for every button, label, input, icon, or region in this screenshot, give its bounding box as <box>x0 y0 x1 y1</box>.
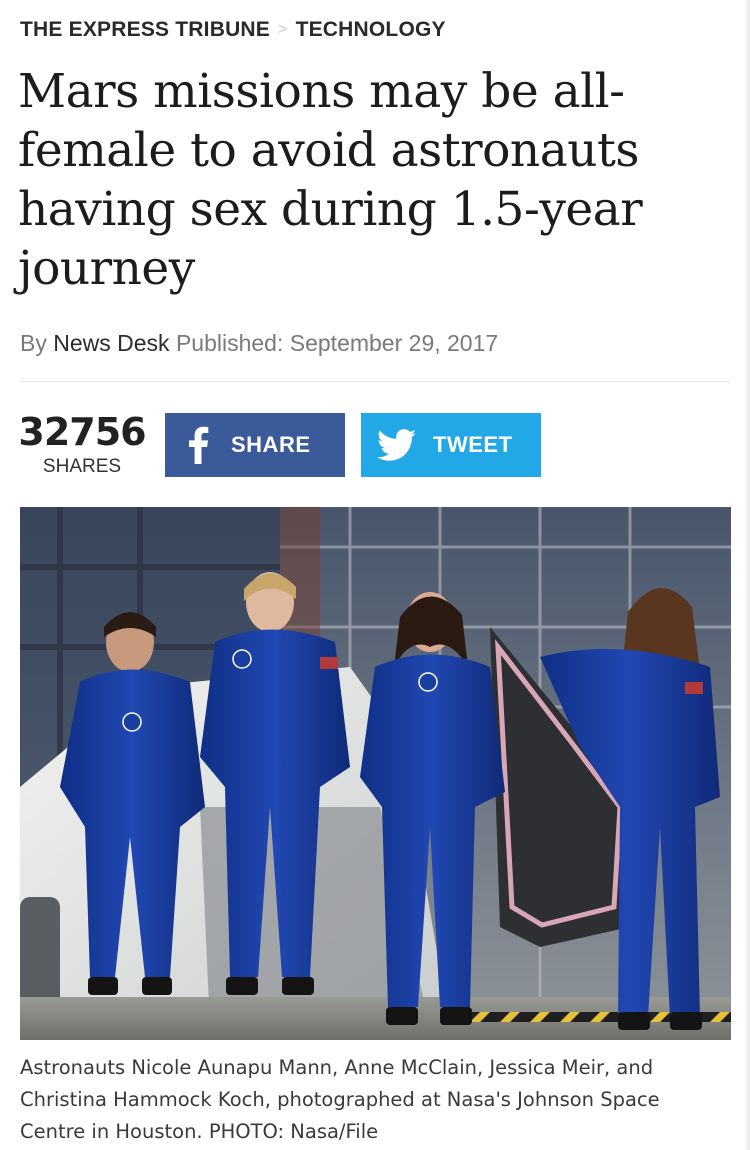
astronauts-photo-illustration <box>20 507 731 1040</box>
share-count: 32756 SHARES <box>18 410 146 478</box>
twitter-bird-icon <box>377 428 417 462</box>
breadcrumb: THE EXPRESS TRIBUNE > TECHNOLOGY <box>20 18 446 42</box>
article-byline: By News Desk Published: September 29, 20… <box>20 330 498 357</box>
article-photo <box>20 507 731 1040</box>
photo-caption: Astronauts Nicole Aunapu Mann, Anne McCl… <box>20 1056 660 1143</box>
byline-prefix: By <box>20 330 47 356</box>
facebook-share-button[interactable]: SHARE <box>165 413 345 477</box>
share-count-label: SHARES <box>42 456 122 477</box>
divider <box>20 381 730 382</box>
author-link[interactable]: News Desk <box>53 330 169 356</box>
breadcrumb-site-link[interactable]: THE EXPRESS TRIBUNE <box>20 18 270 41</box>
page-edge-shadow <box>744 0 750 1150</box>
breadcrumb-separator: > <box>278 21 288 38</box>
facebook-share-label: SHARE <box>231 432 311 457</box>
twitter-tweet-label: TWEET <box>433 432 513 457</box>
article-page: THE EXPRESS TRIBUNE > TECHNOLOGY Mars miss… <box>0 0 750 1150</box>
article-headline: Mars missions may be all-female to avoid… <box>18 64 643 296</box>
share-count-number: 32756 <box>18 410 146 454</box>
published-label: Published: <box>175 330 284 356</box>
twitter-tweet-button[interactable]: TWEET <box>361 413 541 477</box>
published-date: September 29, 2017 <box>289 330 499 356</box>
breadcrumb-section-link[interactable]: TECHNOLOGY <box>296 18 446 41</box>
facebook-f-icon <box>187 426 209 464</box>
